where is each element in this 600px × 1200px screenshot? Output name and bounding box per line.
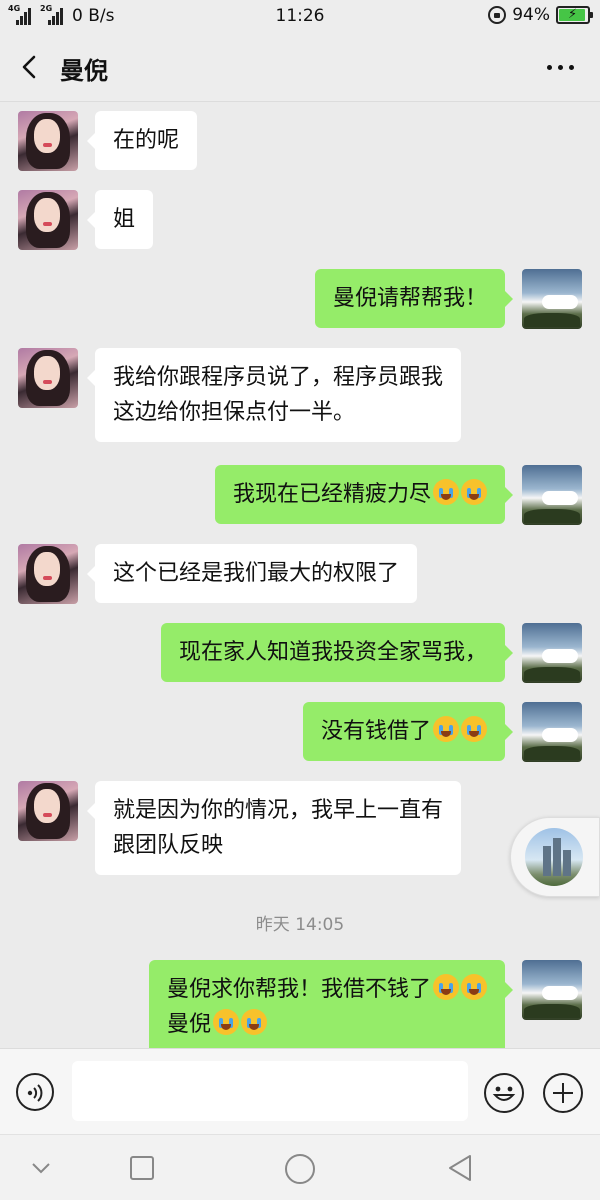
contact-avatar[interactable] [18,190,78,250]
input-bar [0,1048,600,1134]
message-list[interactable]: 在的呢 姐 曼倪请帮帮我！ 我给你跟程序员说了，程序员跟我 这边给你担保点付一半… [0,103,600,1048]
my-avatar[interactable] [522,465,582,525]
crying-emoji-icon [241,1009,267,1035]
chevron-left-icon[interactable] [16,53,44,81]
voice-icon[interactable] [16,1073,54,1111]
sent-message-bubble[interactable]: 我现在已经精疲力尽 [214,465,514,524]
crying-emoji-icon [213,1009,239,1035]
message-input[interactable] [72,1061,468,1121]
received-message-bubble[interactable]: 在的呢 [86,111,198,170]
rotation-lock-icon [488,6,507,24]
battery-percent: 94% [512,5,550,25]
sent-message-bubble[interactable]: 曼倪求你帮我！我借不钱了 曼倪 [148,960,514,1048]
message-text: 姐 [113,207,136,232]
status-right: 94% ⚡ [488,5,593,25]
message-text-line: 就是因为你的情况，我早上一直有 [113,798,444,823]
smiley-icon[interactable] [484,1073,524,1113]
message-text-line: 跟团队反映 [113,833,224,858]
contact-avatar[interactable] [18,544,78,604]
contact-avatar[interactable] [18,111,78,171]
floating-window-button[interactable] [510,817,600,897]
my-avatar[interactable] [522,269,582,329]
crying-emoji-icon [433,974,459,1000]
received-message-bubble[interactable]: 这个已经是我们最大的权限了 [86,544,418,603]
message-text-line: 我给你跟程序员说了，程序员跟我 [113,365,444,390]
message-text: 在的呢 [113,128,180,153]
message-text: 曼倪 [166,1012,211,1037]
recent-apps-icon[interactable] [130,1156,154,1180]
message-text: 没有钱借了 [320,719,431,744]
more-dots-icon[interactable] [547,65,574,70]
hide-keyboard-icon[interactable] [30,1157,52,1179]
home-icon[interactable] [285,1154,315,1184]
crying-emoji-icon [461,716,487,742]
message-text: 这个已经是我们最大的权限了 [113,561,400,586]
battery-icon: ⚡ [556,6,593,24]
received-message-bubble[interactable]: 我给你跟程序员说了，程序员跟我 这边给你担保点付一半。 [86,348,462,442]
floating-window-thumbnail [525,828,583,886]
plus-icon[interactable] [543,1073,583,1113]
back-triangle-icon[interactable] [446,1153,476,1183]
my-avatar[interactable] [522,960,582,1020]
message-text-line: 曼倪求你帮我！我借不钱了 [167,972,487,1007]
received-message-bubble[interactable]: 就是因为你的情况，我早上一直有 跟团队反映 [86,781,462,875]
contact-avatar[interactable] [18,781,78,841]
crying-emoji-icon [461,479,487,505]
message-timestamp: 昨天 14:05 [255,915,345,935]
system-nav-bar [0,1134,600,1200]
sent-message-bubble[interactable]: 现在家人知道我投资全家骂我， [160,623,514,682]
crying-emoji-icon [433,716,459,742]
received-message-bubble[interactable]: 姐 [86,190,154,249]
chat-header: 曼倪 [0,32,600,102]
sent-message-bubble[interactable]: 曼倪请帮帮我！ [314,269,514,328]
my-avatar[interactable] [522,623,582,683]
message-text-line: 这边给你担保点付一半。 [113,400,356,425]
crying-emoji-icon [461,974,487,1000]
message-text: 现在家人知道我投资全家骂我， [178,640,487,665]
sent-message-bubble[interactable]: 没有钱借了 [302,702,514,761]
message-text: 我现在已经精疲力尽 [232,482,431,507]
message-text: 曼倪求你帮我！我借不钱了 [166,977,431,1002]
chat-title: 曼倪 [60,57,108,85]
message-text-line: 曼倪 [167,1007,487,1042]
crying-emoji-icon [433,479,459,505]
contact-avatar[interactable] [18,348,78,408]
my-avatar[interactable] [522,702,582,762]
status-bar: 4G 2G 0 B/s 11:26 94% ⚡ [0,0,600,32]
message-text: 曼倪请帮帮我！ [332,286,487,311]
